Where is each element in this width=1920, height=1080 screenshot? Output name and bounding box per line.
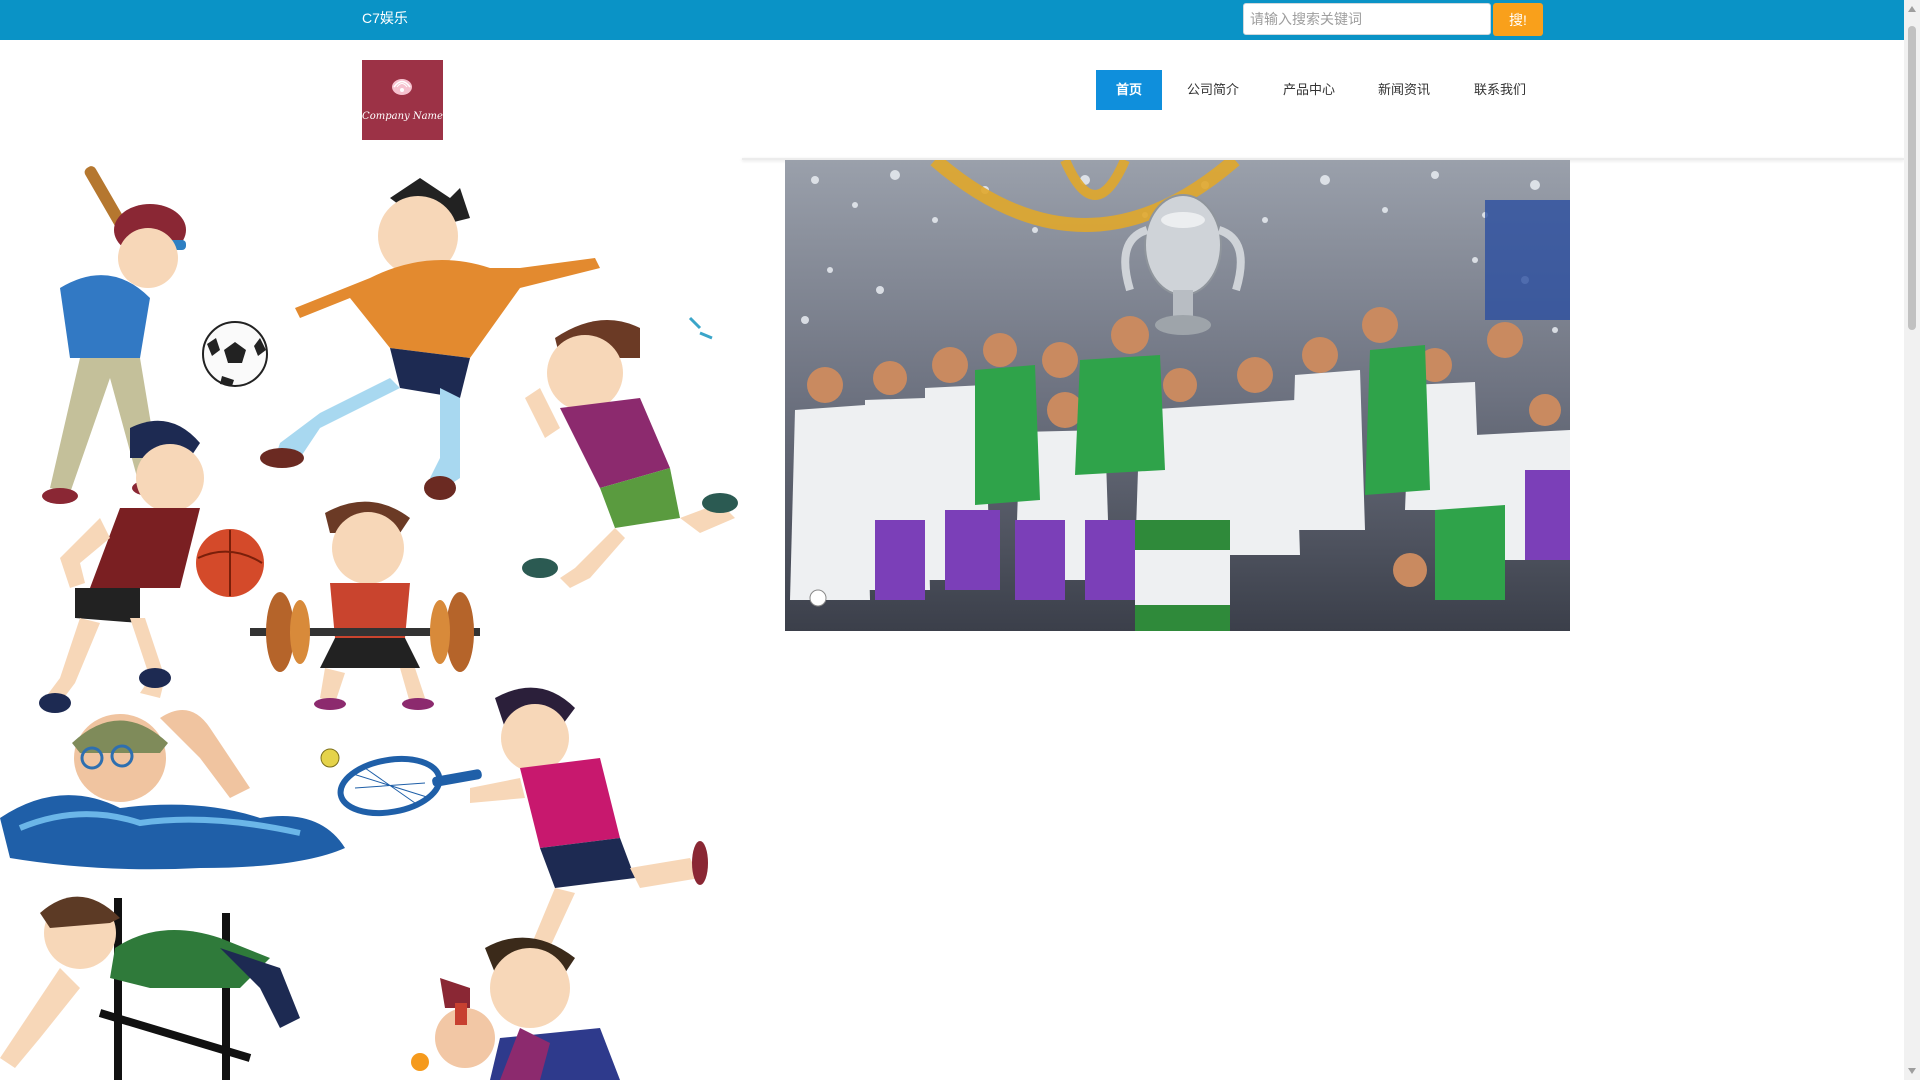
nav-item-home[interactable]: 首页 (1096, 70, 1162, 110)
company-logo[interactable]: Company Name (362, 60, 443, 140)
scroll-up-icon[interactable] (1908, 6, 1916, 12)
search-input[interactable] (1243, 3, 1491, 35)
shell-icon (392, 79, 412, 95)
nav-item-about[interactable]: 公司简介 (1180, 70, 1246, 110)
scrollbar-thumb[interactable] (1908, 26, 1916, 330)
site-title[interactable]: C7娱乐 (362, 10, 408, 26)
sports-illustration (0, 166, 738, 1080)
hero-photo[interactable] (785, 160, 1570, 631)
nav-item-news[interactable]: 新闻资讯 (1371, 70, 1437, 110)
vertical-scrollbar[interactable] (1904, 0, 1920, 1080)
nav-item-products[interactable]: 产品中心 (1276, 70, 1342, 110)
logo-text: Company Name (362, 111, 443, 122)
search-button[interactable]: 搜! (1493, 3, 1543, 36)
nav-item-contact[interactable]: 联系我们 (1467, 70, 1533, 110)
top-bar: C7娱乐 搜! (0, 0, 1904, 40)
scroll-down-icon[interactable] (1908, 1068, 1916, 1074)
